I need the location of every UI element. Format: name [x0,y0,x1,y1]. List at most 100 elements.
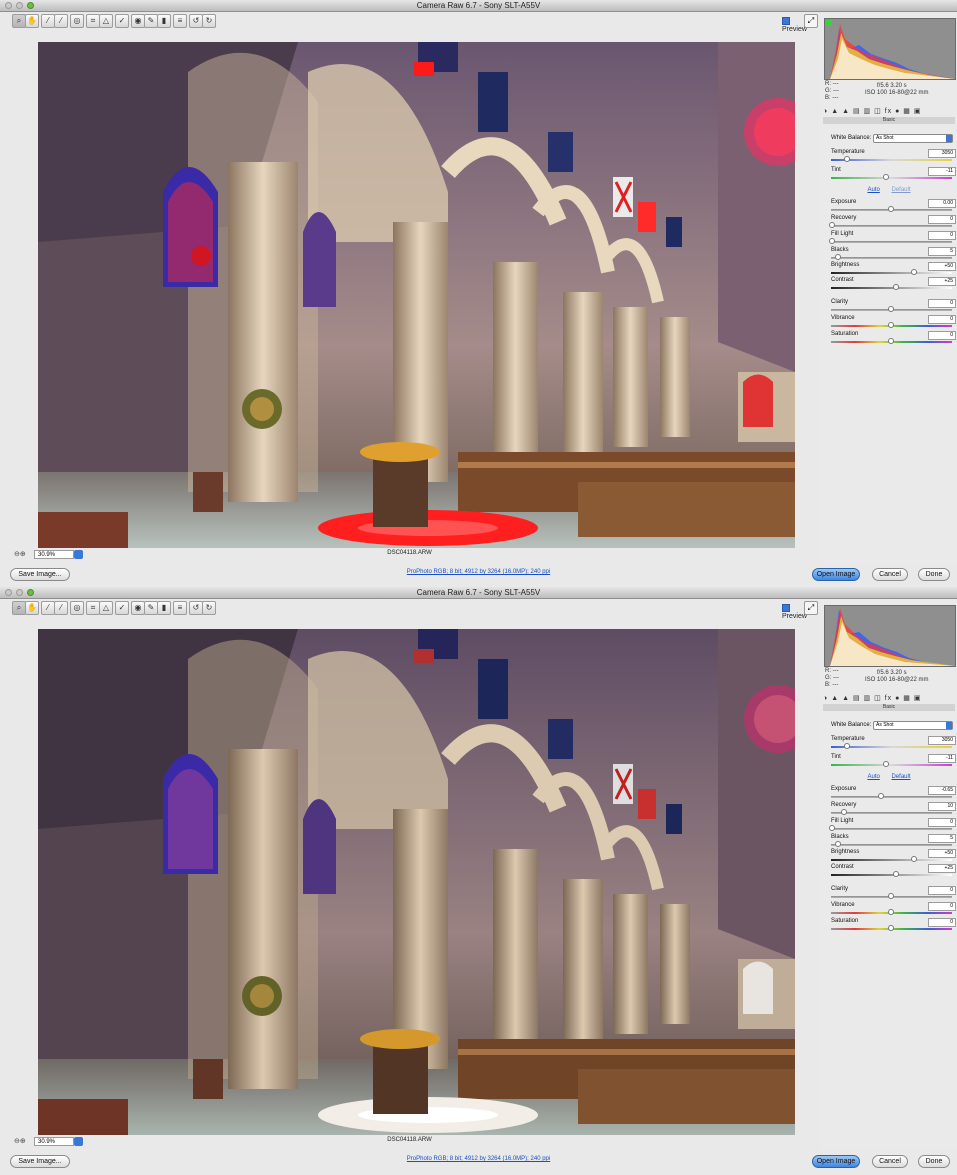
clarity-slider[interactable] [831,893,952,899]
rotate-ccw-icon[interactable]: ↺ [189,14,203,28]
exposure-field[interactable]: 0.00 [928,199,956,208]
adjustment-brush-icon[interactable]: ✎ [144,601,158,615]
fill-light-slider-knob[interactable] [829,238,835,244]
effects-tab-icon[interactable]: fx [885,108,892,115]
brightness-slider[interactable] [831,856,952,862]
exposure-slider[interactable] [831,206,952,212]
tint-field[interactable]: -11 [928,167,956,176]
brightness-field[interactable]: +50 [928,849,956,858]
fill-light-field[interactable]: 0 [928,231,956,240]
brightness-slider-knob[interactable] [911,269,917,275]
blacks-slider-knob[interactable] [835,254,841,260]
exposure-slider-knob[interactable] [888,206,894,212]
rotate-cw-icon[interactable]: ↻ [202,14,216,28]
vibrance-slider[interactable] [831,909,952,915]
auto-link[interactable]: Auto [867,774,879,780]
zoom-icon[interactable]: ⌕ [12,14,26,28]
snapshots-tab-icon[interactable]: ▣ [914,108,922,115]
red-eye-icon[interactable]: ◉ [131,14,145,28]
rotate-ccw-icon[interactable]: ↺ [189,601,203,615]
preview-checkbox[interactable] [782,17,790,25]
detail-tab-icon[interactable]: ▲ [842,695,850,702]
lens-corrections-tab-icon[interactable]: ◫ [874,695,882,702]
exposure-field[interactable]: -0.65 [928,786,956,795]
crop-icon[interactable]: ⌗ [86,14,100,28]
camera-calibration-tab-icon[interactable]: ● [895,108,900,115]
split-toning-tab-icon[interactable]: ▥ [864,108,872,115]
tint-field[interactable]: -11 [928,754,956,763]
blacks-field[interactable]: 5 [928,247,956,256]
fullscreen-icon[interactable]: ⤢ [804,601,818,615]
contrast-field[interactable]: +25 [928,864,956,873]
contrast-slider[interactable] [831,871,952,877]
basic-tab-icon[interactable]: ◑ [823,108,828,115]
graduated-filter-icon[interactable]: ▮ [157,14,171,28]
white-balance-select[interactable]: As Shot [873,721,953,730]
vibrance-field[interactable]: 0 [928,315,956,324]
recovery-slider-knob[interactable] [829,222,835,228]
white-balance-select[interactable]: As Shot [873,134,953,143]
recovery-slider-knob[interactable] [841,809,847,815]
vibrance-slider-knob[interactable] [888,322,894,328]
presets-tab-icon[interactable]: ▦ [903,695,911,702]
brightness-field[interactable]: +50 [928,262,956,271]
saturation-slider-knob[interactable] [888,925,894,931]
exposure-slider-knob[interactable] [878,793,884,799]
saturation-slider-knob[interactable] [888,338,894,344]
brightness-slider[interactable] [831,269,952,275]
straighten-icon[interactable]: △ [99,601,113,615]
fill-light-slider[interactable] [829,238,952,244]
cancel-button[interactable]: Cancel [872,1155,908,1168]
white-balance-icon[interactable]: ⁄ [41,601,55,615]
target-adjust-icon[interactable]: ◎ [70,601,84,615]
cancel-button[interactable]: Cancel [872,568,908,581]
effects-tab-icon[interactable]: fx [885,695,892,702]
blacks-field[interactable]: 5 [928,834,956,843]
adjustment-brush-icon[interactable]: ✎ [144,14,158,28]
tint-slider[interactable] [831,761,952,767]
split-toning-tab-icon[interactable]: ▥ [864,695,872,702]
image-preview[interactable] [38,42,795,548]
hsl-tab-icon[interactable]: ▤ [853,108,861,115]
done-button[interactable]: Done [918,568,950,581]
auto-link[interactable]: Auto [867,187,879,193]
open-image-button[interactable]: Open Image [812,568,860,581]
clarity-slider[interactable] [831,306,952,312]
camera-calibration-tab-icon[interactable]: ● [895,695,900,702]
lens-corrections-tab-icon[interactable]: ◫ [874,108,882,115]
recovery-slider[interactable] [831,809,952,815]
vibrance-field[interactable]: 0 [928,902,956,911]
detail-tab-icon[interactable]: ▲ [842,108,850,115]
vibrance-slider[interactable] [831,322,952,328]
hand-icon[interactable]: ✋ [25,14,39,28]
temperature-slider[interactable] [831,156,952,162]
image-preview[interactable] [38,629,795,1135]
contrast-field[interactable]: +25 [928,277,956,286]
default-link[interactable]: Default [892,774,911,780]
preview-checkbox[interactable] [782,604,790,612]
temperature-slider[interactable] [831,743,952,749]
contrast-slider-knob[interactable] [893,284,899,290]
tint-slider-knob[interactable] [883,761,889,767]
tone-curve-tab-icon[interactable]: ▲ [831,695,839,702]
crop-icon[interactable]: ⌗ [86,601,100,615]
recovery-slider[interactable] [829,222,952,228]
color-sampler-icon[interactable]: ⁄ [54,14,68,28]
fill-light-slider-knob[interactable] [829,825,835,831]
graduated-filter-icon[interactable]: ▮ [157,601,171,615]
red-eye-icon[interactable]: ◉ [131,601,145,615]
brightness-slider-knob[interactable] [911,856,917,862]
hsl-tab-icon[interactable]: ▤ [853,695,861,702]
clarity-field[interactable]: 0 [928,886,956,895]
contrast-slider-knob[interactable] [893,871,899,877]
tint-slider-knob[interactable] [883,174,889,180]
blacks-slider[interactable] [831,841,952,847]
blacks-slider[interactable] [831,254,952,260]
color-sampler-icon[interactable]: ⁄ [54,601,68,615]
snapshots-tab-icon[interactable]: ▣ [914,695,922,702]
spot-removal-icon[interactable]: ✓ [115,601,129,615]
basic-tab-icon[interactable]: ◑ [823,695,828,702]
preferences-icon[interactable]: ≡ [173,14,187,28]
hand-icon[interactable]: ✋ [25,601,39,615]
spot-removal-icon[interactable]: ✓ [115,14,129,28]
